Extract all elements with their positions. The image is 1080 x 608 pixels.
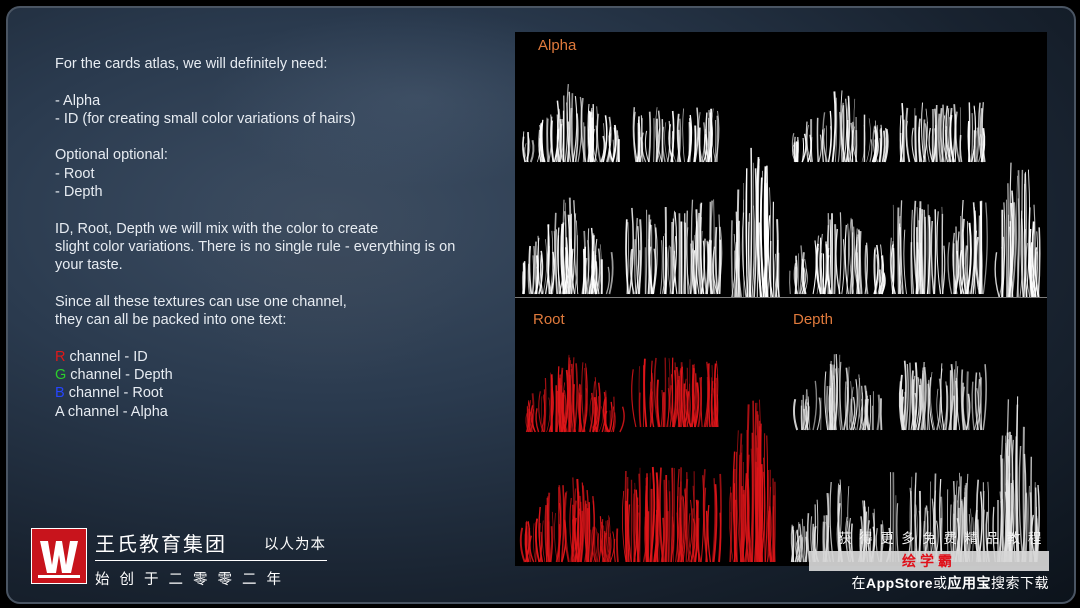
promo-or: 或 [933, 575, 948, 591]
promo-store: AppStore [866, 575, 933, 591]
channel-desc: channel - ID [65, 348, 148, 365]
depth-panel-label: Depth [793, 311, 834, 328]
hair-card-texture-art [519, 84, 1041, 563]
channel-desc: channel - Alpha [63, 403, 168, 420]
alpha-panel-label: Alpha [538, 37, 577, 54]
org-name: 王氏教育集团 [95, 534, 227, 556]
hair-tuft [792, 354, 883, 431]
text-line: - Depth [55, 184, 103, 201]
text-line: Since all these textures can use one cha… [55, 293, 347, 310]
slide-text: For the cards atlas, we will definitely … [55, 55, 495, 421]
org-motto: 以人为本 [264, 537, 326, 553]
hair-tuft [889, 199, 988, 295]
hair-tuft [525, 354, 625, 433]
text-line: slight color variations. There is no sin… [55, 238, 456, 255]
channel-desc: channel - Depth [66, 367, 173, 384]
text-line: For the cards atlas, we will definitely … [55, 56, 328, 72]
hair-tuft [625, 199, 723, 295]
brand-logo-icon [31, 528, 87, 584]
promo-app: 应用宝 [947, 575, 991, 591]
channel-line-b: B channel - Root [55, 384, 495, 402]
channel-line-g: G channel - Depth [55, 366, 495, 384]
hair-tuft [789, 212, 886, 295]
hair-tuft [898, 360, 987, 431]
text-line: they can all be packed into one text: [55, 312, 287, 329]
promo-suffix: 搜索下载 [991, 575, 1049, 591]
hair-tuft [899, 102, 986, 163]
channel-letter-g: G [55, 367, 67, 384]
hair-tuft [622, 466, 722, 563]
hair-tuft [521, 197, 614, 295]
channel-letter-b: B [55, 385, 65, 402]
channel-line-a: A channel - Alpha [55, 403, 495, 421]
text-line: - Root [55, 165, 95, 182]
hair-tuft [632, 107, 720, 163]
text-line: ID, Root, Depth we will mix with the col… [55, 220, 379, 237]
texture-atlas-image: Alpha Root Depth [515, 32, 1047, 566]
root-panel-label: Root [533, 311, 565, 328]
promo-top-text: 获得更多免费精品教程 [838, 531, 1049, 546]
hair-tuft [994, 162, 1041, 298]
promo-prefix: 在 [851, 575, 866, 591]
brand-divider [95, 560, 327, 561]
text-line: - ID (for creating small color variation… [55, 110, 356, 127]
channel-letter-r: R [55, 348, 66, 365]
hair-tuft [729, 399, 776, 563]
atlas-divider [515, 297, 1047, 298]
channel-line-r: R channel - ID [55, 348, 495, 366]
text-line: - Alpha [55, 92, 101, 109]
channel-desc: channel - Root [64, 385, 164, 402]
channel-letter-a: A [55, 403, 64, 420]
promo-bottom-text: 在AppStore或应用宝搜索下载 [805, 573, 1049, 593]
text-line: Optional optional: [55, 147, 168, 164]
founded-text: 始创于二零零二年 [95, 572, 291, 588]
promo-watermark: 获得更多免费精品教程 绘学霸 在AppStore或应用宝搜索下载 [805, 527, 1049, 593]
hair-tuft [791, 90, 889, 163]
hair-tuft [521, 84, 620, 163]
promo-badge: 绘学霸 [809, 551, 1049, 571]
hair-tuft [730, 147, 780, 298]
hair-tuft [519, 477, 619, 563]
text-line: your taste. [55, 257, 123, 274]
hair-tuft [631, 357, 719, 428]
